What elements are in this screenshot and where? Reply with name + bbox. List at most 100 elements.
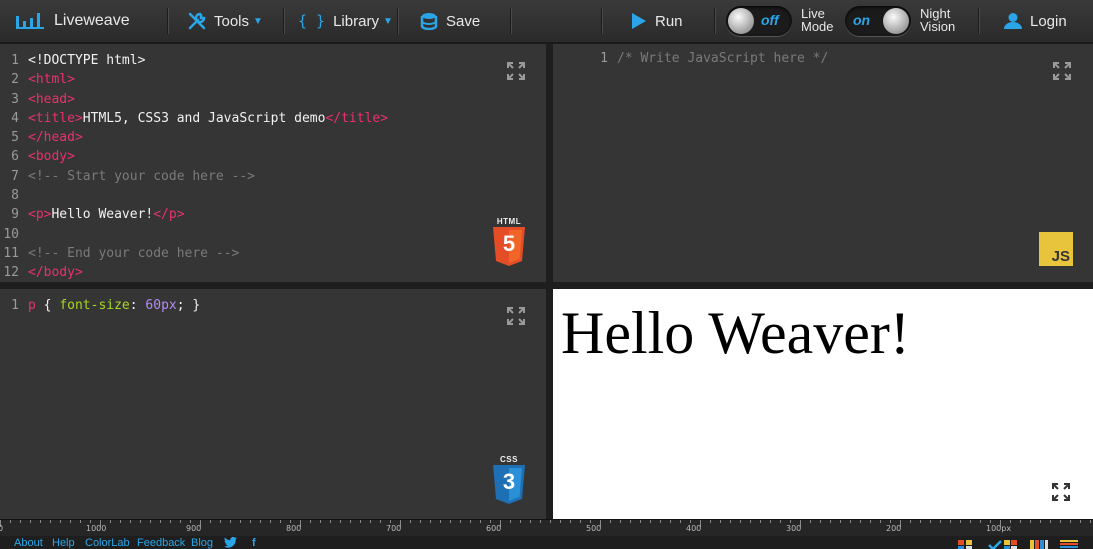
live-mode-toggle[interactable]: off — [726, 6, 792, 36]
facebook-icon[interactable]: f — [252, 537, 256, 549]
js-badge-label: JS — [1051, 248, 1070, 265]
ruler-tick — [630, 520, 631, 523]
save-label: Save — [446, 12, 481, 30]
code-line[interactable]: 3 <head> — [0, 90, 388, 109]
ruler-tick — [540, 520, 541, 523]
code-line[interactable]: 6 <body> — [0, 147, 388, 166]
vertical-splitter[interactable] — [546, 44, 553, 519]
ruler-tick — [340, 520, 341, 523]
html-code-area[interactable]: 1 <!DOCTYPE html> 2 <html> 3 <head> 4 <title> HT… — [0, 51, 388, 282]
ruler-tick — [940, 520, 941, 523]
code-token: </title> — [325, 110, 389, 126]
line-number: 1 — [11, 298, 19, 313]
code-line[interactable]: 12 </body> — [0, 263, 388, 282]
ruler-tick — [490, 520, 491, 523]
ruler-tick — [740, 520, 741, 523]
expand-icon[interactable] — [506, 61, 526, 81]
output-preview-pane[interactable]: Hello Weaver! — [553, 289, 1093, 519]
twitter-icon[interactable] — [224, 536, 237, 549]
ruler-tick — [130, 520, 131, 523]
layout-grid-icon[interactable] — [958, 538, 972, 549]
ruler-tick — [980, 520, 981, 523]
code-token: font-size — [59, 298, 130, 313]
ruler-label: 800 — [286, 524, 302, 533]
ruler-tick — [280, 520, 281, 523]
ruler-tick — [830, 520, 831, 523]
ruler-tick — [640, 520, 641, 523]
footer-link-colorlab[interactable]: ColorLab — [85, 537, 130, 549]
right-horizontal-splitter[interactable] — [553, 282, 1093, 289]
line-number: 3 — [11, 91, 19, 107]
toolbar-divider — [601, 8, 602, 34]
line-number: 1 — [600, 51, 608, 66]
ruler-tick — [1090, 520, 1091, 523]
code-line[interactable]: 4 <title> HTML5, CSS3 and JavaScript demo <… — [0, 109, 388, 128]
ruler-label: 500 — [586, 524, 602, 533]
library-menu-button[interactable]: { } Library ▼ — [298, 0, 393, 42]
code-token: <!-- Start your code here --> — [28, 168, 255, 184]
toolbar-divider — [167, 8, 168, 34]
footer-link-blog[interactable]: Blog — [191, 537, 213, 549]
ruler-tick — [660, 520, 661, 523]
ruler-tick — [10, 520, 11, 523]
expand-icon[interactable] — [1052, 61, 1072, 81]
ruler-tick — [770, 520, 771, 523]
ruler-tick — [40, 520, 41, 523]
brand-logo[interactable]: Liveweave — [16, 0, 130, 42]
ruler-tick — [370, 520, 371, 523]
code-token: <body> — [28, 149, 75, 165]
ruler-tick — [930, 520, 931, 523]
night-vision-toggle[interactable]: on — [845, 6, 911, 36]
ruler-tick — [910, 520, 911, 523]
code-line[interactable]: 11 <!-- End your code here --> — [0, 244, 388, 263]
brand-name: Liveweave — [54, 12, 130, 29]
code-line[interactable]: 1 /* Write JavaScript here */ — [589, 49, 828, 68]
code-token: Hello Weaver! — [51, 207, 154, 223]
code-line[interactable]: 2 <html> — [0, 70, 388, 89]
expand-icon[interactable] — [506, 306, 526, 326]
layout-rows-icon[interactable] — [1060, 538, 1078, 549]
night-vision-state: on — [853, 12, 871, 28]
ruler-tick — [710, 520, 711, 523]
expand-icon[interactable] — [1051, 482, 1071, 502]
html-editor-pane[interactable]: 1 <!DOCTYPE html> 2 <html> 3 <head> 4 <title> HT… — [0, 44, 546, 282]
code-line[interactable]: 8 — [0, 186, 388, 205]
code-line[interactable]: 5 </head> — [0, 128, 388, 147]
ruler-tick — [890, 520, 891, 523]
ruler-tick — [690, 520, 691, 523]
line-number: 4 — [11, 110, 19, 126]
html5-badge-icon: HTML 5 — [491, 217, 527, 267]
save-button[interactable]: Save — [420, 0, 480, 42]
ruler-tick — [440, 520, 441, 523]
code-line[interactable]: 9 <p> Hello Weaver! </p> — [0, 205, 388, 224]
login-button[interactable]: Login — [1004, 0, 1067, 42]
footer-link-feedback[interactable]: Feedback — [137, 537, 185, 549]
footer-link-help[interactable]: Help — [52, 537, 75, 549]
code-line[interactable]: 10 — [0, 225, 388, 244]
ruler-label: 900 — [186, 524, 202, 533]
ruler-tick — [620, 520, 621, 523]
ruler-tick — [70, 520, 71, 523]
ruler-tick — [590, 520, 591, 523]
layout-check-icon[interactable] — [988, 538, 1018, 549]
js-code-area[interactable]: 1 /* Write JavaScript here */ — [589, 49, 828, 68]
run-button[interactable]: Run — [631, 0, 683, 42]
footer-bar: About Help ColorLab Feedback Blog f — [0, 536, 1093, 549]
layout-columns-icon[interactable] — [1030, 538, 1048, 549]
live-mode-state: off — [761, 12, 779, 28]
css-code-area[interactable]: 1p { font-size: 60px; } — [0, 296, 200, 315]
code-token: <!DOCTYPE html> — [28, 53, 146, 68]
css-editor-pane[interactable]: 1p { font-size: 60px; } CSS 3 — [0, 289, 546, 519]
ruler-tick — [1010, 520, 1011, 523]
js-editor-pane[interactable]: 1 /* Write JavaScript here */ JS — [553, 44, 1093, 282]
footer-link-about[interactable]: About — [14, 537, 43, 549]
ruler-tick — [810, 520, 811, 523]
code-line[interactable]: 1p { font-size: 60px; } — [0, 296, 200, 315]
tools-menu-button[interactable]: Tools ▼ — [188, 0, 263, 42]
save-icon — [420, 12, 438, 30]
ruler-label: 600 — [486, 524, 502, 533]
code-line[interactable]: 7 <!-- Start your code here --> — [0, 167, 388, 186]
ruler-tick — [410, 520, 411, 523]
left-horizontal-splitter[interactable] — [0, 282, 546, 289]
code-line[interactable]: 1 <!DOCTYPE html> — [0, 51, 388, 70]
